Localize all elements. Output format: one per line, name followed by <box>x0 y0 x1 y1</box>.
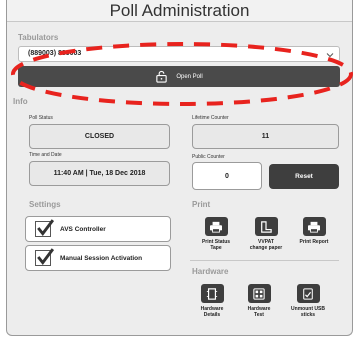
hardware-details-icon <box>200 284 224 303</box>
avs-controller-label: AVS Controller <box>60 225 106 233</box>
poll-status-field: CLOSED <box>29 124 170 149</box>
lifetime-counter-label: Lifetime Counter <box>192 115 229 121</box>
printer-icon <box>204 217 228 236</box>
hardware-label: Hardware <box>192 267 229 276</box>
public-counter-field: 0 <box>192 162 262 190</box>
public-counter-label: Public Counter <box>192 154 225 160</box>
print-report-button[interactable]: Print Report <box>288 217 340 245</box>
hardware-details-line2: Details <box>203 312 221 318</box>
window-title: Poll Administration <box>7 0 352 22</box>
reset-button[interactable]: Reset <box>269 164 339 189</box>
hardware-test-button[interactable]: Hardware Test <box>233 284 285 318</box>
tabulator-select-value: (889003) 889003 <box>28 50 82 57</box>
vvpat-line2: change paper <box>249 245 283 251</box>
print-label: Print <box>192 200 211 209</box>
avs-controller-checkbox[interactable] <box>35 219 54 237</box>
unmount-usb-button[interactable]: Unmount USB sticks <box>282 284 334 318</box>
paper-change-icon <box>254 217 278 236</box>
tabulator-select[interactable]: (889003) 889003 <box>18 46 340 62</box>
tabulators-label: Tabulators <box>18 33 59 42</box>
manual-session-checkbox[interactable] <box>35 248 54 266</box>
checkmark-icon <box>37 248 54 266</box>
lifetime-counter-field: 11 <box>192 124 339 149</box>
print-report-line1: Print Report <box>299 239 329 245</box>
usb-unmount-icon <box>296 284 320 303</box>
poll-status-label: Poll Status <box>29 115 53 121</box>
hardware-test-icon <box>247 284 271 303</box>
print-status-tape-button[interactable]: Print Status Tape <box>190 217 242 251</box>
time-date-label: Time and Date <box>29 152 62 158</box>
unlock-icon <box>156 70 168 83</box>
info-label: Info <box>13 97 28 106</box>
checkmark-icon <box>37 219 54 237</box>
manual-session-row[interactable]: Manual Session Activation <box>25 245 171 271</box>
open-poll-label: Open Poll <box>176 73 203 80</box>
hardware-details-button[interactable]: Hardware Details <box>186 284 238 318</box>
avs-controller-row[interactable]: AVS Controller <box>25 216 171 242</box>
chevron-down-icon <box>326 53 334 58</box>
time-date-field: 11:40 AM | Tue, 18 Dec 2018 <box>29 161 170 186</box>
settings-label: Settings <box>29 200 61 209</box>
hardware-test-line2: Test <box>254 312 264 318</box>
divider <box>190 260 339 261</box>
vvpat-change-paper-button[interactable]: VVPAT change paper <box>240 217 292 251</box>
open-poll-button[interactable]: Open Poll <box>18 66 340 87</box>
unmount-usb-line2: sticks <box>300 312 316 318</box>
print-status-line2: Tape <box>210 245 222 251</box>
printer-icon <box>302 217 326 236</box>
manual-session-label: Manual Session Activation <box>60 254 143 262</box>
